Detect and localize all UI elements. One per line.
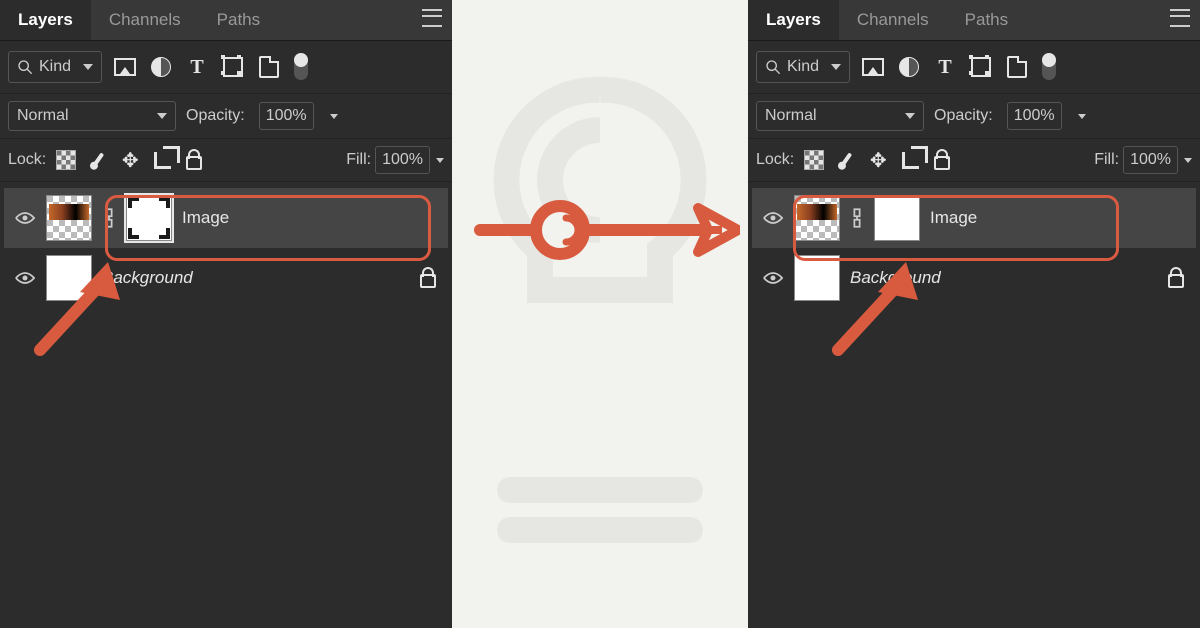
chevron-down-icon[interactable] (1078, 114, 1086, 119)
blend-mode-dropdown[interactable]: Normal (756, 101, 924, 131)
filter-toggle[interactable] (294, 54, 308, 80)
panel-tabs: Layers Channels Paths (748, 0, 1200, 41)
layer-mask-thumbnail[interactable] (126, 195, 172, 241)
tab-layers[interactable]: Layers (748, 0, 839, 40)
opacity-field[interactable]: 100% (259, 102, 314, 130)
tab-paths[interactable]: Paths (947, 0, 1026, 40)
filter-row: Kind T (748, 41, 1200, 94)
link-icon[interactable] (102, 207, 116, 229)
eye-icon (763, 211, 783, 225)
eye-icon (763, 271, 783, 285)
visibility-toggle[interactable] (14, 207, 36, 229)
layer-name[interactable]: Image (182, 208, 438, 228)
chevron-down-icon[interactable] (436, 158, 444, 163)
lock-icon (418, 268, 438, 288)
chevron-down-icon (83, 64, 93, 70)
eye-icon (15, 211, 35, 225)
layer-thumbnail[interactable] (794, 195, 840, 241)
layers-list: Image Background (748, 182, 1200, 314)
search-icon (765, 59, 781, 75)
filter-row: Kind T (0, 41, 452, 94)
lock-transparency-icon[interactable] (804, 150, 824, 170)
chevron-down-icon (157, 113, 167, 119)
filter-adjustment-icon[interactable] (898, 56, 920, 78)
opacity-field[interactable]: 100% (1007, 102, 1062, 130)
tab-channels[interactable]: Channels (91, 0, 199, 40)
lock-label: Lock: (8, 151, 46, 169)
blend-mode-value: Normal (17, 107, 69, 125)
layer-thumbnail[interactable] (46, 195, 92, 241)
lock-artboard-icon[interactable] (152, 150, 172, 170)
blend-mode-value: Normal (765, 107, 817, 125)
transition-arrow (470, 200, 740, 260)
chevron-down-icon (905, 113, 915, 119)
layers-panel-before: Layers Channels Paths Kind T Normal (0, 0, 452, 628)
link-icon[interactable] (850, 207, 864, 229)
blend-row: Normal Opacity: 100% (748, 94, 1200, 139)
opacity-label: Opacity: (186, 107, 245, 125)
annotation-arrow (828, 260, 938, 360)
lock-pixels-icon[interactable] (836, 150, 856, 170)
filter-kind-label: Kind (39, 58, 71, 76)
opacity-label: Opacity: (934, 107, 993, 125)
lock-row: Lock: ✥ Fill: 100% (0, 139, 452, 182)
fill-field[interactable]: 100% (1123, 146, 1178, 174)
chevron-down-icon[interactable] (330, 114, 338, 119)
lock-position-icon[interactable]: ✥ (120, 150, 140, 170)
mask-selection-corners (127, 196, 171, 240)
lock-all-icon[interactable] (932, 150, 952, 170)
lock-icon (1166, 268, 1186, 288)
chevron-down-icon (831, 64, 841, 70)
layer-row[interactable]: Image (752, 188, 1196, 248)
fill-label: Fill: (1094, 151, 1119, 169)
filter-smartobject-icon[interactable] (258, 56, 280, 78)
panel-menu-icon[interactable] (1170, 9, 1190, 32)
visibility-toggle[interactable] (762, 267, 784, 289)
filter-type-icon[interactable]: T (186, 56, 208, 78)
lock-transparency-icon[interactable] (56, 150, 76, 170)
fill-label: Fill: (346, 151, 371, 169)
blend-row: Normal Opacity: 100% (0, 94, 452, 139)
lock-position-icon[interactable]: ✥ (868, 150, 888, 170)
filter-kind-label: Kind (787, 58, 819, 76)
filter-smartobject-icon[interactable] (1006, 56, 1028, 78)
lock-row: Lock: ✥ Fill: 100% (748, 139, 1200, 182)
lock-pixels-icon[interactable] (88, 150, 108, 170)
layer-name[interactable]: Background (102, 268, 408, 288)
filter-shape-icon[interactable] (222, 56, 244, 78)
filter-toggle[interactable] (1042, 54, 1056, 80)
filter-pixel-icon[interactable] (862, 56, 884, 78)
tab-layers[interactable]: Layers (0, 0, 91, 40)
blend-mode-dropdown[interactable]: Normal (8, 101, 176, 131)
watermark-logo (470, 70, 730, 570)
annotation-arrow (30, 260, 140, 360)
tab-channels[interactable]: Channels (839, 0, 947, 40)
layer-mask-thumbnail[interactable] (874, 195, 920, 241)
tab-paths[interactable]: Paths (199, 0, 278, 40)
filter-shape-icon[interactable] (970, 56, 992, 78)
lock-label: Lock: (756, 151, 794, 169)
search-icon (17, 59, 33, 75)
panel-menu-icon[interactable] (422, 9, 442, 32)
lock-all-icon[interactable] (184, 150, 204, 170)
layers-panel-after: Layers Channels Paths Kind T Normal (748, 0, 1200, 628)
layer-row[interactable]: Image (4, 188, 448, 248)
filter-pixel-icon[interactable] (114, 56, 136, 78)
filter-kind-dropdown[interactable]: Kind (756, 51, 850, 83)
fill-field[interactable]: 100% (375, 146, 430, 174)
panel-tabs: Layers Channels Paths (0, 0, 452, 41)
visibility-toggle[interactable] (762, 207, 784, 229)
layer-row[interactable]: Background (752, 248, 1196, 308)
chevron-down-icon[interactable] (1184, 158, 1192, 163)
filter-adjustment-icon[interactable] (150, 56, 172, 78)
filter-type-icon[interactable]: T (934, 56, 956, 78)
layer-name[interactable]: Image (930, 208, 1186, 228)
lock-artboard-icon[interactable] (900, 150, 920, 170)
filter-kind-dropdown[interactable]: Kind (8, 51, 102, 83)
